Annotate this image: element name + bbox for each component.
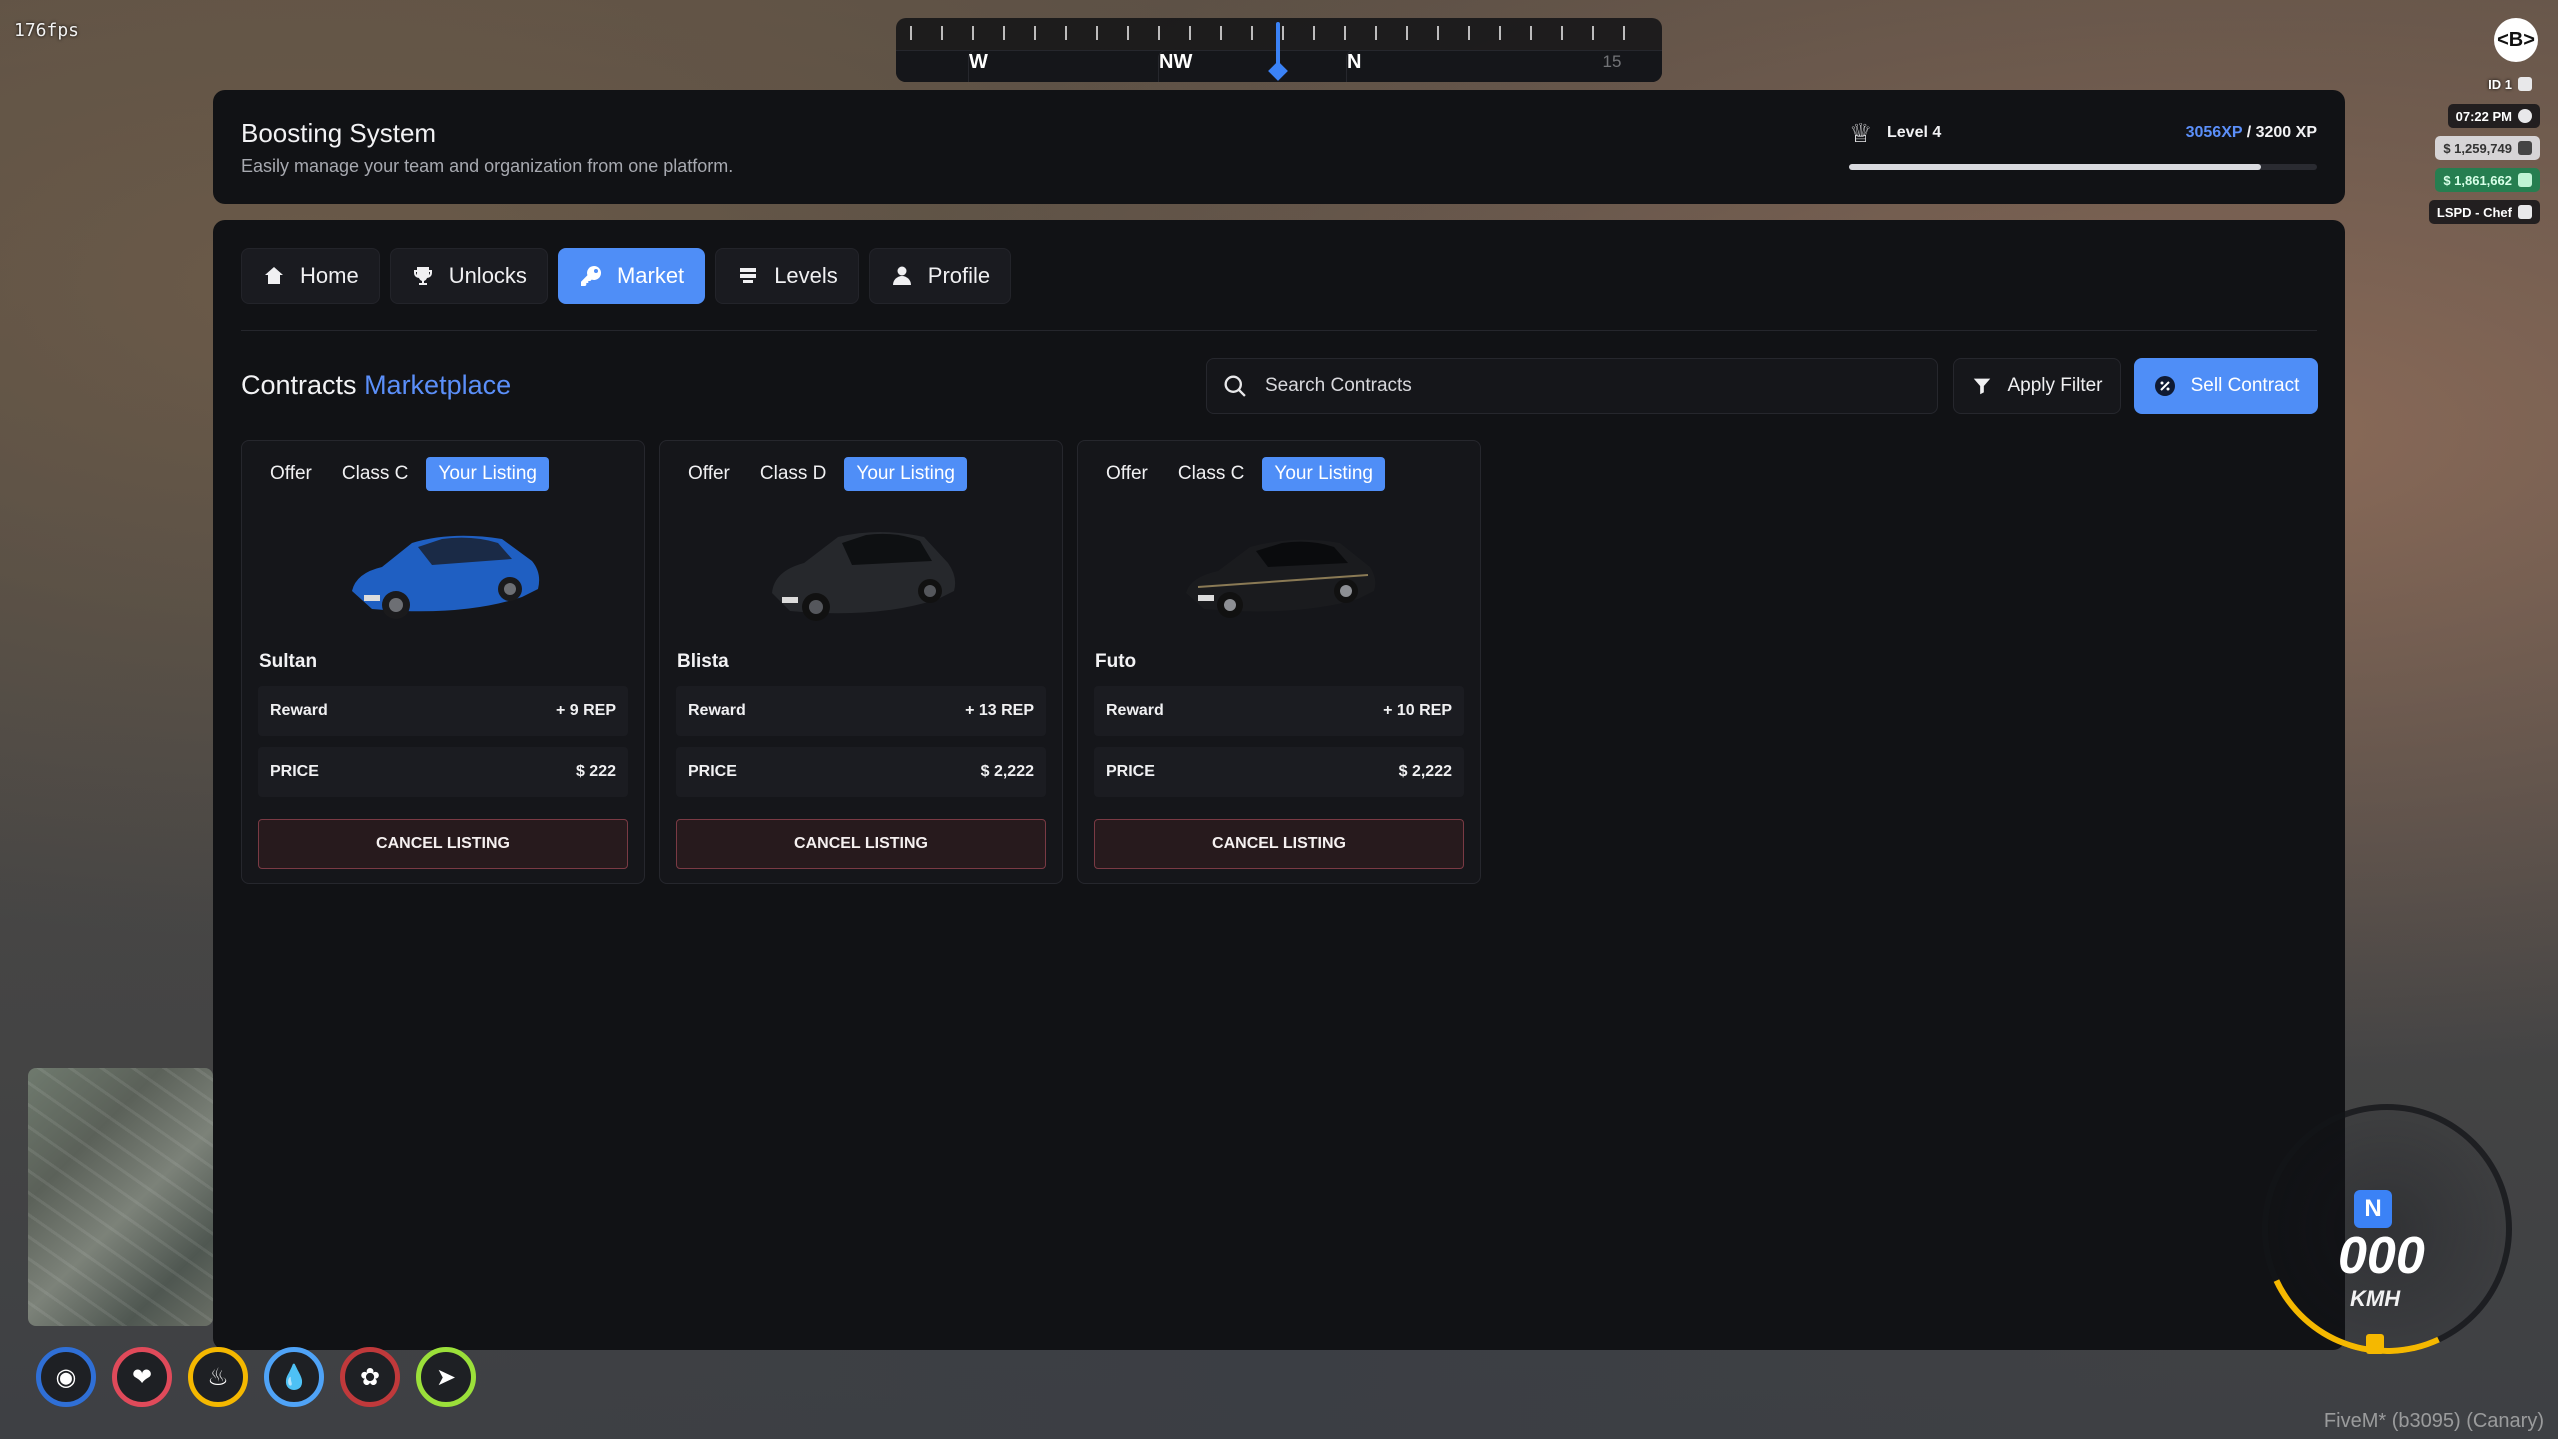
fuel-icon: [2366, 1334, 2384, 1354]
cancel-listing-button[interactable]: CANCEL LISTING: [258, 819, 628, 869]
stress-icon: ✿: [340, 1347, 400, 1407]
class-tag: Class C: [341, 463, 409, 484]
price-row: PRICE $ 2,222: [676, 747, 1046, 797]
contract-tags: Offer Class C Your Listing: [1094, 457, 1385, 491]
user-icon: [892, 266, 911, 285]
compass-needle: [1276, 22, 1280, 74]
level-label: Level 4: [1887, 124, 1942, 141]
xp-bar-fill: [1849, 164, 2261, 170]
cancel-listing-button[interactable]: CANCEL LISTING: [1094, 819, 1464, 869]
hunger-icon: ♨: [188, 1347, 248, 1407]
reward-row: Reward + 9 REP: [258, 686, 628, 736]
tab-levels[interactable]: Levels: [715, 248, 859, 304]
boosting-header: Boosting System Easily manage your team …: [213, 90, 2345, 204]
gear-indicator: N: [2354, 1190, 2392, 1228]
tab-unlocks[interactable]: Unlocks: [389, 248, 548, 304]
xp-bar: [1849, 164, 2317, 170]
contract-tags: Offer Class D Your Listing: [676, 457, 967, 491]
page-subtitle: Easily manage your team and organization…: [241, 156, 734, 176]
section-divider: [241, 330, 2317, 331]
speed-readout: 000: [2338, 1227, 2425, 1285]
market-panel: Home Unlocks Market Levels Profile Contr…: [213, 220, 2345, 1350]
tab-label: Unlocks: [448, 263, 527, 288]
reward-row: Reward + 13 REP: [676, 686, 1046, 736]
search-box[interactable]: [1206, 358, 1938, 414]
fps-counter: 176fps: [14, 20, 80, 41]
bank-balance: $ 1,861,662: [2435, 168, 2540, 192]
contract-card: Offer Class D Your Listing Blista Reward…: [659, 440, 1063, 884]
car-name: Blista: [677, 651, 729, 672]
tab-label: Profile: [927, 263, 991, 288]
class-tag: Class D: [759, 463, 827, 484]
contract-card: Offer Class C Your Listing Futo Reward + …: [1077, 440, 1481, 884]
home-icon: [265, 267, 283, 284]
trophy-icon: [413, 267, 432, 285]
layers-icon: [740, 268, 757, 283]
contract-list: Offer Class C Your Listing Sultan Reward…: [241, 440, 1481, 884]
contract-tags: Offer Class C Your Listing: [258, 457, 549, 491]
player-id: ID 1: [2480, 72, 2540, 96]
page-title: Boosting System: [241, 118, 437, 148]
clock: 07:22 PM: [2447, 104, 2540, 128]
tab-profile[interactable]: Profile: [868, 248, 1012, 304]
car-image: [352, 535, 540, 619]
tab-label: Home: [300, 263, 359, 288]
tab-home[interactable]: Home: [241, 248, 380, 304]
car-name: Futo: [1095, 651, 1137, 672]
contract-card: Offer Class C Your Listing Sultan Reward…: [241, 440, 645, 884]
clock-icon: [2518, 109, 2532, 123]
offer-tag: Offer: [270, 463, 312, 484]
listing-tag: Your Listing: [1262, 457, 1385, 491]
stamina-icon: ➤: [416, 1347, 476, 1407]
health-icon: ❤: [112, 1347, 172, 1407]
dollar-icon: [2518, 141, 2532, 155]
car-image: [772, 532, 956, 621]
class-tag: Class C: [1177, 463, 1245, 484]
briefcase-icon: [2518, 205, 2532, 219]
level-badge-icon: ♕: [1849, 118, 1873, 148]
sell-label: Sell Contract: [2190, 375, 2300, 396]
nav-tabs: Home Unlocks Market Levels Profile: [241, 248, 1012, 304]
job-badge: LSPD - Chef: [2428, 200, 2540, 224]
cash-balance: $ 1,259,749: [2435, 136, 2540, 160]
offer-tag: Offer: [688, 463, 730, 484]
offer-tag: Offer: [1106, 463, 1148, 484]
thirst-icon: 💧: [264, 1347, 324, 1407]
car-name: Sultan: [259, 651, 318, 672]
car-image: [1186, 539, 1376, 618]
apply-filter-button[interactable]: Apply Filter: [1953, 358, 2121, 414]
sell-contract-button[interactable]: Sell Contract: [2134, 358, 2318, 414]
speed-unit: KMH: [2350, 1286, 2401, 1311]
bank-icon: [2518, 173, 2532, 187]
minimap: [28, 1068, 213, 1326]
compass-label: 15: [1602, 52, 1622, 71]
status-bar: ◉ ❤ ♨ 💧 ✿ ➤: [36, 1347, 476, 1407]
filter-icon: [1974, 378, 1991, 395]
listing-tag: Your Listing: [426, 457, 549, 491]
watermark: FiveM* (b3095) (Canary): [2323, 1410, 2544, 1432]
server-logo-icon: <B>: [2494, 18, 2538, 62]
cancel-listing-button[interactable]: CANCEL LISTING: [676, 819, 1046, 869]
key-icon: [580, 265, 601, 286]
price-row: PRICE $ 2,222: [1094, 747, 1464, 797]
section-title: Contracts Marketplace: [241, 370, 512, 400]
id-card-icon: [2518, 77, 2532, 91]
price-row: PRICE $ 222: [258, 747, 628, 797]
tab-label: Market: [616, 263, 685, 288]
badge-percent-icon: [2154, 376, 2175, 396]
filter-label: Apply Filter: [2007, 375, 2103, 396]
search-icon: [1224, 375, 1246, 397]
voice-icon: ◉: [36, 1347, 96, 1407]
search-input[interactable]: [1263, 374, 1937, 398]
tab-label: Levels: [774, 263, 838, 288]
tab-market[interactable]: Market: [557, 248, 706, 304]
xp-readout: 3056XP / 3200 XP: [2185, 124, 2317, 141]
compass-bar: SW 240 255 W 285 300 NW 330 345 N 15: [896, 18, 1662, 82]
reward-row: Reward + 10 REP: [1094, 686, 1464, 736]
listing-tag: Your Listing: [844, 457, 967, 491]
